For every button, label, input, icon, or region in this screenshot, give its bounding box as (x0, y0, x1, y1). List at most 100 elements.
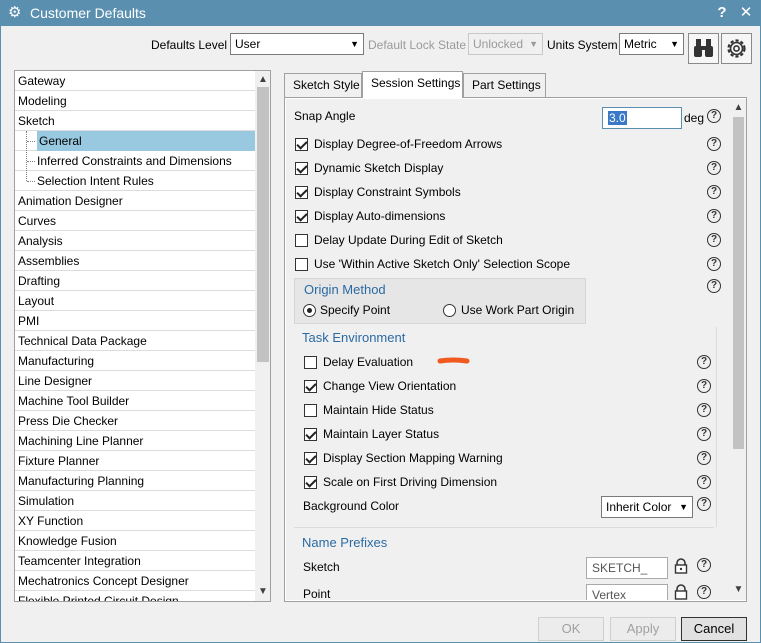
tree-item[interactable]: Line Designer (15, 371, 255, 391)
tree-item[interactable]: Fixture Planner (15, 451, 255, 471)
title-bar[interactable]: ⚙ Customer Defaults ? ✕ (1, 1, 760, 26)
tree-item[interactable]: Simulation (15, 491, 255, 511)
help-icon[interactable]: ? (697, 497, 711, 511)
session-option-checkbox[interactable] (295, 186, 308, 199)
tree-item[interactable]: Curves (15, 211, 255, 231)
task-option-checkbox[interactable] (304, 404, 317, 417)
help-icon[interactable]: ? (707, 109, 721, 123)
help-icon[interactable]: ? (707, 209, 721, 223)
tree-item[interactable]: Manufacturing Planning (15, 471, 255, 491)
tree-item[interactable]: Modeling (15, 91, 255, 111)
help-icon[interactable]: ? (697, 558, 711, 572)
session-option-checkbox[interactable] (295, 138, 308, 151)
units-system-select[interactable]: Metric ▼ (619, 33, 684, 55)
sketch-prefix-input[interactable]: SKETCH_ (586, 557, 668, 579)
tree-item[interactable]: XY Function (15, 511, 255, 531)
lock-icon[interactable] (674, 584, 688, 600)
tree-item[interactable]: Gateway (15, 71, 255, 91)
tree-item-label: Line Designer (18, 374, 93, 388)
tree-item-label: Teamcenter Integration (18, 554, 141, 568)
close-button[interactable]: ✕ (736, 3, 756, 23)
help-icon[interactable]: ? (697, 379, 711, 393)
tree-item[interactable]: Animation Designer (15, 191, 255, 211)
session-option-checkbox[interactable] (295, 162, 308, 175)
panel-scrollbar-thumb[interactable] (733, 117, 744, 449)
tree-item[interactable]: Layout (15, 291, 255, 311)
help-icon[interactable]: ? (697, 451, 711, 465)
ok-button[interactable]: OK (538, 617, 604, 641)
session-option-checkbox[interactable] (295, 234, 308, 247)
task-option-checkbox[interactable] (304, 356, 317, 369)
defaults-level-select[interactable]: User ▼ (230, 33, 364, 55)
scroll-down-arrow-icon[interactable]: ▼ (731, 583, 746, 597)
help-icon[interactable]: ? (697, 403, 711, 417)
tree-item[interactable]: Selection Intent Rules (15, 171, 255, 191)
tab-part-settings[interactable]: Part Settings (463, 73, 546, 97)
tree-item[interactable]: Analysis (15, 231, 255, 251)
tree-scrollbar[interactable]: ▲ ▼ (255, 71, 270, 601)
lock-icon[interactable] (674, 558, 688, 574)
tree-item[interactable]: Mechatronics Concept Designer (15, 571, 255, 591)
help-icon[interactable]: ? (707, 233, 721, 247)
settings-content: Snap Angle 3.0 deg ? Display Degree-of-F… (286, 99, 731, 600)
scroll-up-arrow-icon[interactable]: ▲ (731, 101, 746, 115)
point-prefix-input[interactable]: Vertex (586, 584, 668, 600)
task-option-checkbox[interactable] (304, 380, 317, 393)
tree-item[interactable]: General (15, 131, 255, 151)
tab-sketch-style[interactable]: Sketch Style (284, 73, 362, 97)
help-icon[interactable]: ? (697, 585, 711, 599)
window-title: Customer Defaults (30, 5, 146, 21)
tree-item[interactable]: Machine Tool Builder (15, 391, 255, 411)
tree-item-label: Assemblies (18, 254, 80, 268)
tree-item[interactable]: Press Die Checker (15, 411, 255, 431)
tree-item-label: Inferred Constraints and Dimensions (37, 154, 232, 168)
tree-item[interactable]: Sketch (15, 111, 255, 131)
tree-item[interactable]: PMI (15, 311, 255, 331)
tree-item-label: Machining Line Planner (18, 434, 144, 448)
cancel-button[interactable]: Cancel (681, 617, 747, 641)
task-option-checkbox[interactable] (304, 428, 317, 441)
task-option-checkbox[interactable] (304, 476, 317, 489)
tree-item[interactable]: Manufacturing (15, 351, 255, 371)
help-icon[interactable]: ? (707, 279, 721, 293)
gear-icon: ⚙ (8, 4, 22, 21)
help-icon[interactable]: ? (697, 475, 711, 489)
tree-item-label: Press Die Checker (18, 414, 119, 428)
tree-item[interactable]: Assemblies (15, 251, 255, 271)
task-option-checkbox[interactable] (304, 452, 317, 465)
session-option-checkbox[interactable] (295, 210, 308, 223)
help-icon[interactable]: ? (707, 185, 721, 199)
apply-button[interactable]: Apply (610, 617, 676, 641)
help-icon[interactable]: ? (697, 427, 711, 441)
settings-button[interactable] (721, 33, 752, 64)
tree-scrollbar-thumb[interactable] (257, 87, 269, 362)
scroll-up-arrow-icon[interactable]: ▲ (255, 73, 270, 87)
category-tree[interactable]: Gateway Modeling Sketch General Inferred Con… (14, 70, 271, 602)
specify-point-radio[interactable] (303, 304, 316, 317)
background-color-select[interactable]: Inherit Color ▼ (601, 496, 693, 518)
tree-item[interactable]: Drafting (15, 271, 255, 291)
tree-connector (26, 131, 27, 181)
tree-item[interactable]: Machining Line Planner (15, 431, 255, 451)
help-icon[interactable]: ? (707, 161, 721, 175)
tab-session-settings[interactable]: Session Settings (362, 71, 463, 98)
panel-scrollbar[interactable]: ▲ ▼ (731, 99, 746, 600)
work-part-origin-radio[interactable] (443, 304, 456, 317)
tree-item[interactable]: Technical Data Package (15, 331, 255, 351)
snap-angle-input[interactable]: 3.0 (602, 107, 682, 129)
find-button[interactable] (688, 33, 719, 64)
help-icon[interactable]: ? (697, 355, 711, 369)
session-option-label: Dynamic Sketch Display (314, 161, 444, 175)
help-button[interactable]: ? (712, 3, 732, 23)
tree-item[interactable]: Knowledge Fusion (15, 531, 255, 551)
scroll-down-arrow-icon[interactable]: ▼ (255, 585, 270, 599)
customer-defaults-dialog: ⚙ Customer Defaults ? ✕ Defaults Level U… (0, 0, 761, 643)
tree-item[interactable]: Inferred Constraints and Dimensions (15, 151, 255, 171)
tree-item-label: Sketch (18, 114, 55, 128)
tree-item[interactable]: Flexible Printed Circuit Design (15, 591, 255, 601)
help-icon[interactable]: ? (707, 257, 721, 271)
tree-connector (27, 181, 35, 182)
help-icon[interactable]: ? (707, 137, 721, 151)
tree-item[interactable]: Teamcenter Integration (15, 551, 255, 571)
session-option-checkbox[interactable] (295, 258, 308, 271)
